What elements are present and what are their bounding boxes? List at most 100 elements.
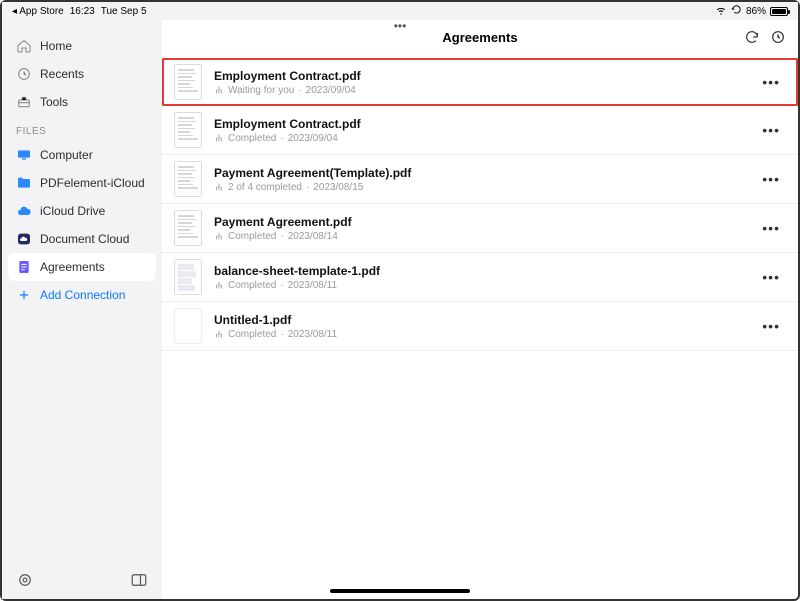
file-status: 2 of 4 completed: [228, 182, 302, 193]
settings-gear-icon[interactable]: [16, 571, 34, 589]
refresh-icon[interactable]: [744, 29, 760, 45]
sidebar-item-label: Add Connection: [40, 288, 125, 302]
sidebar-item-label: Document Cloud: [40, 232, 129, 246]
file-info: Employment Contract.pdf Waiting for you ·…: [214, 69, 748, 96]
sidebar-item-computer[interactable]: Computer: [2, 141, 162, 169]
signature-status-icon: [214, 182, 224, 192]
file-meta: Completed · 2023/08/14: [214, 231, 748, 242]
sidebar-item-label: Computer: [40, 148, 93, 162]
sidebar-item-recents[interactable]: Recents: [2, 60, 162, 88]
signature-status-icon: [214, 280, 224, 290]
more-actions-button[interactable]: •••: [760, 74, 782, 90]
more-actions-button[interactable]: •••: [760, 122, 782, 138]
signature-status-icon: [214, 329, 224, 339]
file-row[interactable]: Untitled-1.pdf Completed · 2023/08/11 •••: [162, 302, 798, 351]
sidebar-item-label: iCloud Drive: [40, 204, 105, 218]
sidebar-item-document-cloud[interactable]: Document Cloud: [2, 225, 162, 253]
orientation-lock-icon: [731, 4, 742, 18]
file-thumbnail: [174, 64, 202, 100]
page-title: Agreements: [442, 30, 517, 45]
computer-icon: [16, 147, 32, 163]
file-status: Completed: [228, 231, 276, 242]
sidebar-item-agreements[interactable]: Agreements: [8, 253, 156, 281]
cloud-icon: [16, 231, 32, 247]
more-actions-button[interactable]: •••: [760, 269, 782, 285]
file-thumbnail: [174, 210, 202, 246]
sidebar-toggle-icon[interactable]: [130, 571, 148, 589]
sidebar-item-label: PDFelement-iCloud: [40, 176, 145, 190]
file-meta: Completed · 2023/09/04: [214, 133, 748, 144]
agreement-icon: [16, 259, 32, 275]
history-icon[interactable]: [770, 29, 786, 45]
sidebar-section-files: FILES: [2, 116, 162, 141]
file-meta: Completed · 2023/08/11: [214, 329, 748, 340]
home-indicator[interactable]: [330, 589, 470, 593]
file-thumbnail: [174, 308, 202, 344]
file-row[interactable]: Employment Contract.pdf Waiting for you ·…: [162, 58, 798, 106]
signature-status-icon: [214, 231, 224, 241]
sidebar-item-home[interactable]: Home: [2, 32, 162, 60]
file-name: balance-sheet-template-1.pdf: [214, 264, 748, 278]
file-name: Employment Contract.pdf: [214, 69, 748, 83]
sidebar-item-label: Home: [40, 39, 72, 53]
main-panel: Agreements Employment Contract.pdf Waitin…: [162, 20, 798, 599]
sidebar-item-label: Tools: [40, 95, 68, 109]
sidebar: Home Recents Tools FILES Computer: [2, 20, 162, 599]
file-list: Employment Contract.pdf Waiting for you ·…: [162, 54, 798, 351]
file-meta: Waiting for you · 2023/09/04: [214, 85, 748, 96]
file-thumbnail: [174, 161, 202, 197]
file-date: 2023/09/04: [288, 133, 338, 144]
statusbar-date: Tue Sep 5: [101, 6, 147, 17]
icloud-icon: [16, 203, 32, 219]
sidebar-item-pdfelement-icloud[interactable]: PDFelement-iCloud: [2, 169, 162, 197]
battery-percent: 86%: [746, 6, 766, 17]
file-thumbnail: [174, 112, 202, 148]
file-name: Payment Agreement.pdf: [214, 215, 748, 229]
file-row[interactable]: Employment Contract.pdf Completed · 2023/…: [162, 106, 798, 155]
header: Agreements: [162, 20, 798, 54]
battery-icon: [770, 7, 788, 16]
status-bar: ◂ App Store 16:23 Tue Sep 5 86%: [2, 2, 798, 20]
signature-status-icon: [214, 133, 224, 143]
statusbar-time: 16:23: [70, 6, 95, 17]
more-actions-button[interactable]: •••: [760, 220, 782, 236]
file-status: Waiting for you: [228, 85, 294, 96]
file-status: Completed: [228, 329, 276, 340]
toolbox-icon: [16, 94, 32, 110]
plus-icon: [16, 287, 32, 303]
file-date: 2023/08/11: [288, 329, 337, 340]
sidebar-item-icloud-drive[interactable]: iCloud Drive: [2, 197, 162, 225]
file-date: 2023/09/04: [306, 85, 356, 96]
file-row[interactable]: balance-sheet-template-1.pdf Completed · …: [162, 253, 798, 302]
file-info: Employment Contract.pdf Completed · 2023/…: [214, 117, 748, 144]
sidebar-item-tools[interactable]: Tools: [2, 88, 162, 116]
file-date: 2023/08/11: [288, 280, 337, 291]
file-info: Payment Agreement(Template).pdf 2 of 4 co…: [214, 166, 748, 193]
file-row[interactable]: Payment Agreement.pdf Completed · 2023/08…: [162, 204, 798, 253]
file-info: Untitled-1.pdf Completed · 2023/08/11: [214, 313, 748, 340]
file-name: Payment Agreement(Template).pdf: [214, 166, 748, 180]
file-status: Completed: [228, 133, 276, 144]
back-to-app[interactable]: ◂ App Store: [12, 6, 64, 17]
file-row[interactable]: Payment Agreement(Template).pdf 2 of 4 co…: [162, 155, 798, 204]
more-actions-button[interactable]: •••: [760, 318, 782, 334]
clock-icon: [16, 66, 32, 82]
file-name: Employment Contract.pdf: [214, 117, 748, 131]
file-info: Payment Agreement.pdf Completed · 2023/08…: [214, 215, 748, 242]
wifi-icon: [715, 4, 727, 19]
sidebar-item-label: Agreements: [40, 260, 105, 274]
more-actions-button[interactable]: •••: [760, 171, 782, 187]
file-info: balance-sheet-template-1.pdf Completed · …: [214, 264, 748, 291]
file-thumbnail: [174, 259, 202, 295]
sidebar-add-connection[interactable]: Add Connection: [2, 281, 162, 309]
signature-status-icon: [214, 85, 224, 95]
folder-icon: [16, 175, 32, 191]
file-date: 2023/08/15: [313, 182, 363, 193]
file-date: 2023/08/14: [288, 231, 338, 242]
file-status: Completed: [228, 280, 276, 291]
home-icon: [16, 38, 32, 54]
sidebar-item-label: Recents: [40, 67, 84, 81]
file-meta: Completed · 2023/08/11: [214, 280, 748, 291]
file-name: Untitled-1.pdf: [214, 313, 748, 327]
file-meta: 2 of 4 completed · 2023/08/15: [214, 182, 748, 193]
